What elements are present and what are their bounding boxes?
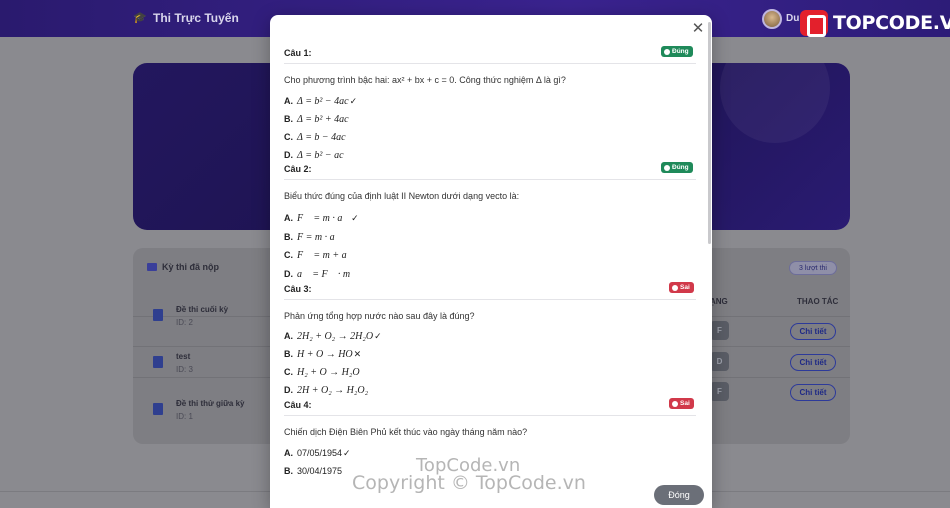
detail-button[interactable]: Chi tiết [790,354,836,371]
modal-scrollbar[interactable] [708,22,711,244]
detail-button[interactable]: Chi tiết [790,323,836,340]
check-circle-icon [664,48,670,55]
question-label: Câu 4: [284,400,312,410]
exam-row-id: ID: 1 [176,412,193,421]
topcode-logo-text: TOPCODE.VN [833,12,950,34]
user-name[interactable]: Du [786,13,799,24]
topcode-logo: TOPCODE.VN [800,10,950,37]
answer-option: D. a⃗ = F⃗ · m [284,269,351,280]
graduation-cap-icon: 🎓 [133,12,147,24]
document-icon [153,403,163,415]
detail-button[interactable]: Chi tiết [790,384,836,401]
column-header-grade: ẠNG [710,297,728,306]
grade-badge: F [710,382,729,401]
check-circle-icon [664,164,670,171]
brand-title: Thi Trực Tuyến [153,11,239,25]
grade-badge: D [710,352,729,371]
question-text: Phản ứng tổng hợp nước nào sau đây là đú… [284,311,475,321]
column-header-action: THAO TÁC [797,297,839,306]
exam-count-badge: 3 lượt thi [789,261,837,275]
answer-option: B. Δ = b² + 4ac [284,114,349,125]
exam-row-id: ID: 2 [176,318,193,327]
answer-option: B. H + O → HO✕ [284,349,362,360]
question-text: Cho phương trình bậc hai: ax² + bx + c =… [284,75,566,85]
question-divider [284,299,696,300]
question-label: Câu 3: [284,284,312,294]
answer-option: A. Δ = b² − 4ac✓ [284,96,358,107]
avatar[interactable] [762,9,782,29]
check-icon: ✓ [374,332,382,342]
cross-icon: ✕ [353,350,362,360]
x-circle-icon [672,400,678,407]
grade-badge: F [710,321,729,340]
answer-option: B. F = m · a [284,232,335,243]
answer-option: A. F⃗ = m · a⃗✓ [284,213,359,224]
answer-option: D. 2H + O₂ → H₂O₂ [284,385,369,396]
question-divider [284,179,696,180]
document-icon [153,309,163,321]
question-text: Biểu thức đúng của định luật II Newton d… [284,191,520,201]
exam-row-title: test [176,352,191,361]
card-title: Kỳ thi đã nộp [147,262,219,272]
answer-option: C. H₂ + O → H₂O [284,367,360,378]
check-icon: ✓ [343,449,351,459]
check-icon: ✓ [351,214,359,224]
status-badge-correct: Đúng [661,46,693,57]
close-icon[interactable]: ✕ [690,20,706,36]
close-button[interactable]: Đóng [654,485,704,505]
answer-option: A. 07/05/1954✓ [284,448,351,459]
question-divider [284,63,696,64]
question-text: Chiến dịch Điện Biên Phủ kết thúc vào ng… [284,427,528,437]
topcode-logo-icon [800,10,828,37]
card-title-text: Kỳ thi đã nộp [162,262,219,272]
answer-option: D. Δ = b² − ac [284,150,344,161]
status-badge-wrong: Sai [669,282,694,293]
status-badge-wrong: Sai [669,398,694,409]
status-text: Sai [680,284,690,291]
status-text: Đúng [672,164,689,171]
check-icon: ✓ [349,97,358,107]
document-icon [153,356,163,368]
exam-row-title: Đề thi cuối kỳ [176,305,229,314]
question-label: Câu 1: [284,48,312,58]
question-label: Câu 2: [284,164,312,174]
status-badge-correct: Đúng [661,162,693,173]
answer-option: B. 30/04/1975 [284,466,343,476]
status-text: Đúng [672,48,689,55]
answer-option: C. F⃗ = m + a⃗ [284,250,355,261]
exam-row-title: Đề thi thử giữa kỳ [176,399,245,408]
answer-option: A. 2H₂ + O₂ → 2H₂O✓ [284,331,382,342]
brand[interactable]: 🎓 Thi Trực Tuyến [133,11,239,25]
watermark-copyright: Copyright © TopCode.vn [352,472,586,494]
folder-icon [147,263,157,271]
exam-row-id: ID: 3 [176,365,193,374]
question-divider [284,415,696,416]
x-circle-icon [672,284,678,291]
answer-option: C. Δ = b − 4ac [284,132,346,143]
status-text: Sai [680,400,690,407]
